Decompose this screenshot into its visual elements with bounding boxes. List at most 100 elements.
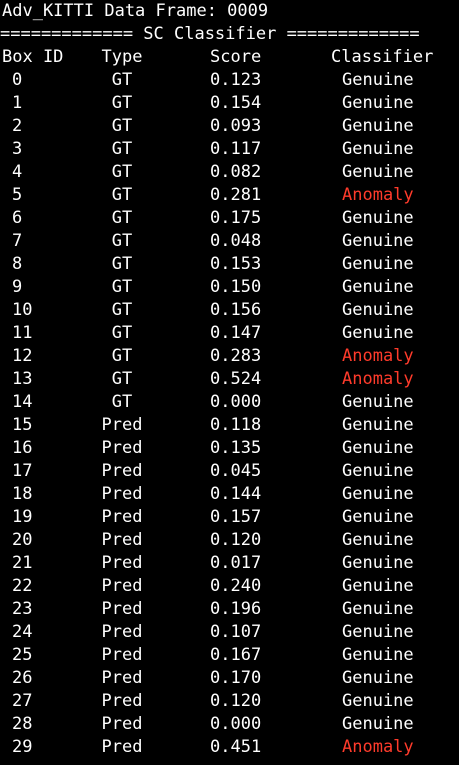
classifier-cell: Genuine <box>342 668 414 688</box>
table-row: 6 GT 0.175 Genuine <box>0 207 459 230</box>
score-cell: 0.196 <box>210 599 262 619</box>
score-cell: 0.000 <box>210 714 262 734</box>
terminal-output: Adv_KITTI Data Frame: 0009 =============… <box>0 0 459 765</box>
type-cell: Pred <box>101 737 143 757</box>
box-id-cell: 19 <box>12 507 33 527</box>
score-cell: 0.167 <box>210 645 262 665</box>
classifier-cell: Genuine <box>342 599 414 619</box>
box-id-cell: 7 <box>12 231 23 251</box>
classifier-cell: Anomaly <box>342 185 414 205</box>
box-id-cell: 11 <box>12 323 33 343</box>
classifier-cell: Genuine <box>342 645 414 665</box>
table-row: 29 Pred 0.451 Anomaly <box>0 736 459 759</box>
box-id-cell: 3 <box>12 139 23 159</box>
header-score: Score <box>210 47 262 67</box>
score-cell: 0.107 <box>210 622 262 642</box>
table-row: 28 Pred 0.000 Genuine <box>0 713 459 736</box>
score-cell: 0.144 <box>210 484 262 504</box>
type-cell: Pred <box>101 438 143 458</box>
type-cell: GT <box>111 323 133 343</box>
score-cell: 0.135 <box>210 438 262 458</box>
classifier-cell: Genuine <box>342 576 414 596</box>
table-row: 1 GT 0.154 Genuine <box>0 92 459 115</box>
classifier-cell: Genuine <box>342 323 414 343</box>
type-cell: GT <box>111 185 133 205</box>
type-cell: GT <box>111 369 133 389</box>
box-id-cell: 25 <box>12 645 33 665</box>
classifier-cell: Genuine <box>342 507 414 527</box>
score-cell: 0.123 <box>210 70 262 90</box>
classifier-cell: Genuine <box>342 622 414 642</box>
score-cell: 0.118 <box>210 415 262 435</box>
score-cell: 0.048 <box>210 231 262 251</box>
classifier-cell: Anomaly <box>342 737 414 757</box>
box-id-cell: 20 <box>12 530 33 550</box>
classifier-cell: Genuine <box>342 254 414 274</box>
box-id-cell: 15 <box>12 415 33 435</box>
table-row: 4 GT 0.082 Genuine <box>0 161 459 184</box>
table-row: 3 GT 0.117 Genuine <box>0 138 459 161</box>
type-cell: Pred <box>101 576 143 596</box>
score-cell: 0.120 <box>210 530 262 550</box>
classifier-cell: Genuine <box>342 392 414 412</box>
table-row: 27 Pred 0.120 Genuine <box>0 690 459 713</box>
score-cell: 0.117 <box>210 139 262 159</box>
box-id-cell: 1 <box>12 93 23 113</box>
table-row: 13 GT 0.524 Anomaly <box>0 368 459 391</box>
type-cell: Pred <box>101 507 143 527</box>
type-cell: Pred <box>101 415 143 435</box>
box-id-cell: 23 <box>12 599 33 619</box>
box-id-cell: 24 <box>12 622 33 642</box>
box-id-cell: 27 <box>12 691 33 711</box>
score-cell: 0.017 <box>210 553 262 573</box>
classifier-cell: Genuine <box>342 70 414 90</box>
type-cell: GT <box>111 254 133 274</box>
score-cell: 0.281 <box>210 185 262 205</box>
type-cell: GT <box>111 116 133 136</box>
classifier-cell: Genuine <box>342 530 414 550</box>
table-row: 7 GT 0.048 Genuine <box>0 230 459 253</box>
score-cell: 0.000 <box>210 392 262 412</box>
box-id-cell: 17 <box>12 461 33 481</box>
score-cell: 0.147 <box>210 323 262 343</box>
header-box-id: Box ID <box>2 47 64 67</box>
table-row: 17 Pred 0.045 Genuine <box>0 460 459 483</box>
box-id-cell: 4 <box>12 162 23 182</box>
box-id-cell: 2 <box>12 116 23 136</box>
box-id-cell: 9 <box>12 277 23 297</box>
score-cell: 0.154 <box>210 93 262 113</box>
classifier-cell: Genuine <box>342 714 414 734</box>
score-cell: 0.451 <box>210 737 262 757</box>
classifier-cell: Genuine <box>342 691 414 711</box>
type-cell: GT <box>111 93 133 113</box>
score-cell: 0.153 <box>210 254 262 274</box>
classifier-cell: Genuine <box>342 277 414 297</box>
table-row: 2 GT 0.093 Genuine <box>0 115 459 138</box>
type-cell: Pred <box>101 622 143 642</box>
classifier-cell: Anomaly <box>342 346 414 366</box>
box-id-cell: 26 <box>12 668 33 688</box>
box-id-cell: 6 <box>12 208 23 228</box>
type-cell: Pred <box>101 484 143 504</box>
table-row: 14 GT 0.000 Genuine <box>0 391 459 414</box>
score-cell: 0.045 <box>210 461 262 481</box>
type-cell: Pred <box>101 668 143 688</box>
score-cell: 0.170 <box>210 668 262 688</box>
classifier-cell: Genuine <box>342 231 414 251</box>
box-id-cell: 5 <box>12 185 23 205</box>
table-row: 25 Pred 0.167 Genuine <box>0 644 459 667</box>
banner-line: ============= SC Classifier ============… <box>0 23 459 46</box>
type-cell: Pred <box>101 530 143 550</box>
box-id-cell: 22 <box>12 576 33 596</box>
table-header: Box ID Type Score Classifier <box>0 46 459 69</box>
table-row: 8 GT 0.153 Genuine <box>0 253 459 276</box>
score-cell: 0.082 <box>210 162 262 182</box>
box-id-cell: 28 <box>12 714 33 734</box>
score-cell: 0.156 <box>210 300 262 320</box>
table-row: 21 Pred 0.017 Genuine <box>0 552 459 575</box>
table-row: 23 Pred 0.196 Genuine <box>0 598 459 621</box>
box-id-cell: 18 <box>12 484 33 504</box>
type-cell: Pred <box>101 599 143 619</box>
classifier-cell: Genuine <box>342 300 414 320</box>
table-row: 19 Pred 0.157 Genuine <box>0 506 459 529</box>
